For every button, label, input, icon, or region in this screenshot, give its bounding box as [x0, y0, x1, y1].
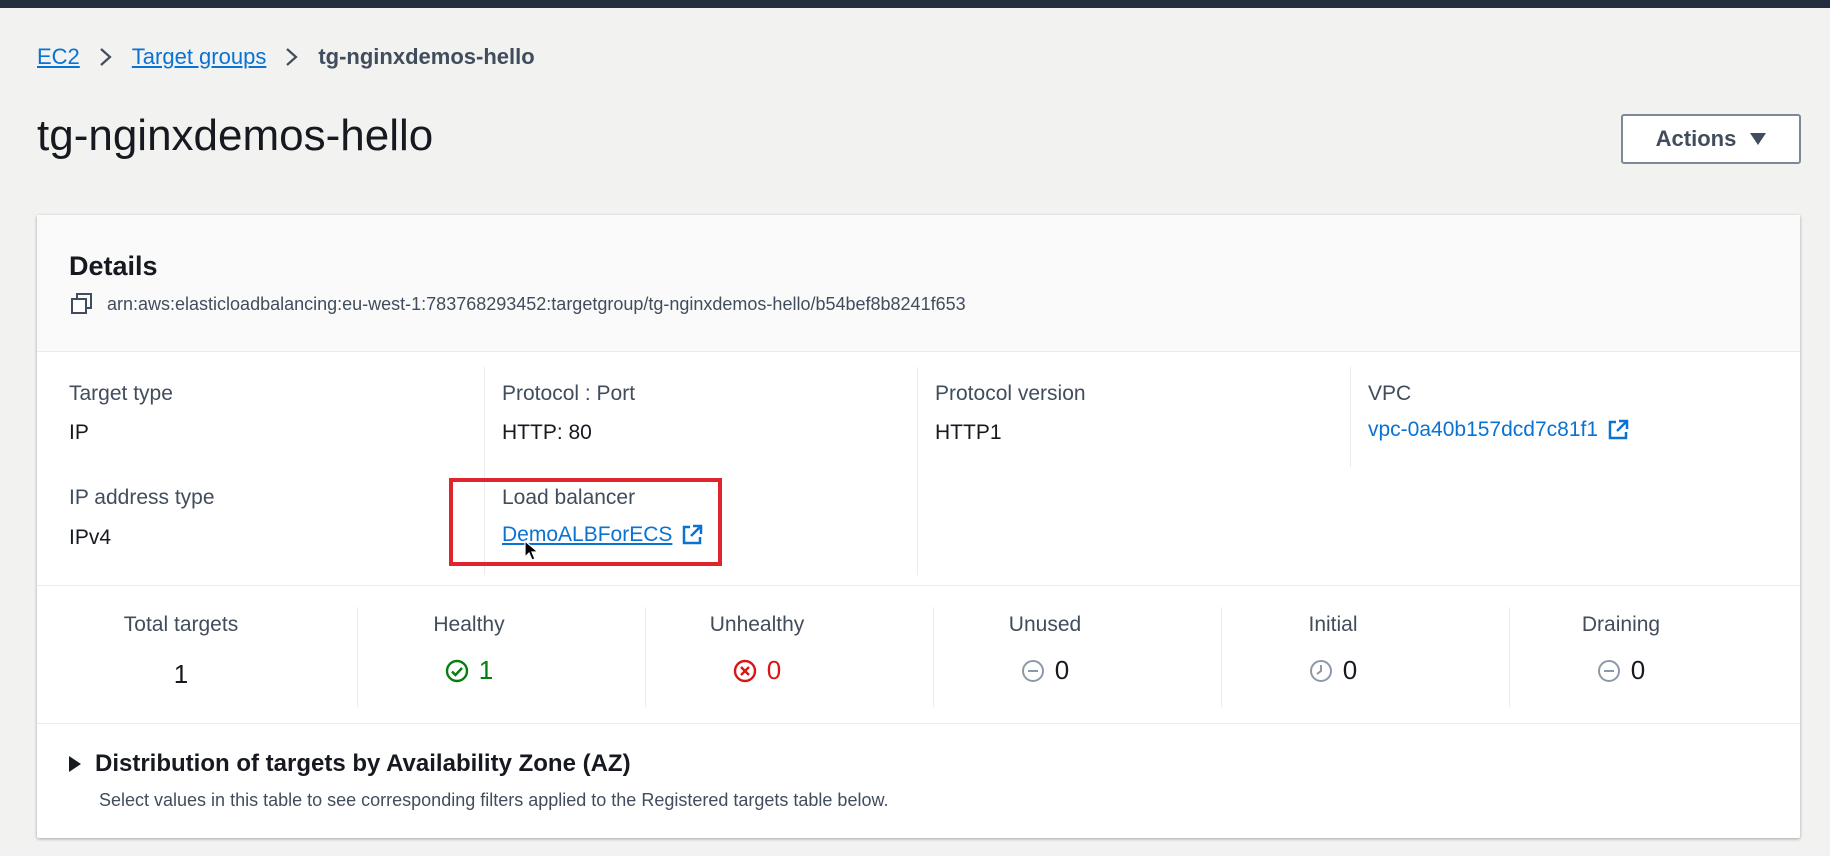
unused-value: 0	[901, 655, 1189, 686]
breadcrumb: EC2 Target groups tg-nginxdemos-hello	[37, 42, 535, 72]
vpc-link[interactable]: vpc-0a40b157dcd7c81f1	[1368, 418, 1630, 442]
draining-label: Draining	[1581, 613, 1661, 636]
unhealthy-count: 0	[766, 655, 782, 685]
caret-right-icon	[69, 756, 81, 772]
unused-label: Unused	[1008, 613, 1082, 636]
external-link-icon	[680, 523, 704, 547]
initial-count: 0	[1342, 655, 1358, 685]
actions-button-label: Actions	[1655, 126, 1737, 151]
unhealthy-label: Unhealthy	[709, 613, 805, 636]
x-circle-icon	[733, 659, 757, 683]
draining-count: 0	[1630, 655, 1646, 685]
az-distribution-section: Distribution of targets by Availability …	[69, 750, 888, 811]
draining-value: 0	[1477, 655, 1765, 686]
healthy-label: Healthy	[433, 613, 505, 636]
minus-circle-icon	[1021, 659, 1045, 683]
details-header: Details arn:aws:elasticloadbalancing:eu-…	[37, 215, 1800, 352]
check-circle-icon	[445, 659, 469, 683]
mouse-pointer-icon	[524, 540, 540, 561]
total-targets-label: Total targets	[123, 613, 239, 636]
unused-count: 0	[1054, 655, 1070, 685]
protocol-version-label: Protocol version	[935, 382, 1086, 405]
external-link-icon	[1606, 418, 1630, 442]
chevron-right-icon	[283, 47, 301, 67]
target-type-value: IP	[69, 421, 89, 444]
arn-row: arn:aws:elasticloadbalancing:eu-west-1:7…	[69, 291, 966, 317]
details-title: Details	[69, 251, 158, 281]
chevron-right-icon	[97, 47, 115, 67]
load-balancer-label: Load balancer	[502, 486, 636, 509]
page-title: tg-nginxdemos-hello	[37, 111, 434, 160]
top-navigation-bar	[0, 0, 1830, 8]
vpc-label: VPC	[1368, 382, 1412, 405]
section-divider	[37, 585, 1800, 586]
copy-icon[interactable]	[69, 291, 95, 317]
unhealthy-value: 0	[613, 655, 901, 686]
vpc-link-text: vpc-0a40b157dcd7c81f1	[1368, 418, 1599, 441]
protocol-version-value: HTTP1	[935, 421, 1002, 444]
ip-address-type-label: IP address type	[69, 486, 215, 509]
az-distribution-description: Select values in this table to see corre…	[99, 790, 889, 810]
healthy-count: 1	[478, 655, 494, 685]
total-targets-value: 1	[37, 659, 325, 690]
breadcrumb-current: tg-nginxdemos-hello	[318, 44, 535, 69]
initial-label: Initial	[1308, 613, 1358, 636]
caret-down-icon	[1750, 133, 1767, 145]
protocol-port-label: Protocol : Port	[502, 382, 636, 405]
arn-text: arn:aws:elasticloadbalancing:eu-west-1:7…	[107, 293, 966, 314]
column-divider	[917, 367, 918, 575]
total-targets-count: 1	[173, 659, 189, 689]
healthy-value: 1	[325, 655, 613, 686]
section-divider	[37, 723, 1800, 724]
protocol-port-value: HTTP: 80	[502, 421, 592, 444]
breadcrumb-ec2[interactable]: EC2	[37, 44, 80, 70]
details-panel: Details arn:aws:elasticloadbalancing:eu-…	[37, 215, 1800, 838]
breadcrumb-target-groups[interactable]: Target groups	[132, 44, 267, 70]
initial-value: 0	[1189, 655, 1477, 686]
column-divider	[484, 367, 485, 575]
target-type-label: Target type	[69, 382, 173, 405]
ip-address-type-value: IPv4	[69, 526, 112, 549]
az-distribution-title: Distribution of targets by Availability …	[95, 750, 631, 777]
actions-button[interactable]: Actions	[1621, 114, 1801, 164]
clock-icon	[1309, 659, 1333, 683]
az-distribution-toggle[interactable]: Distribution of targets by Availability …	[69, 750, 888, 778]
minus-circle-icon	[1597, 659, 1621, 683]
column-divider	[1350, 367, 1351, 467]
